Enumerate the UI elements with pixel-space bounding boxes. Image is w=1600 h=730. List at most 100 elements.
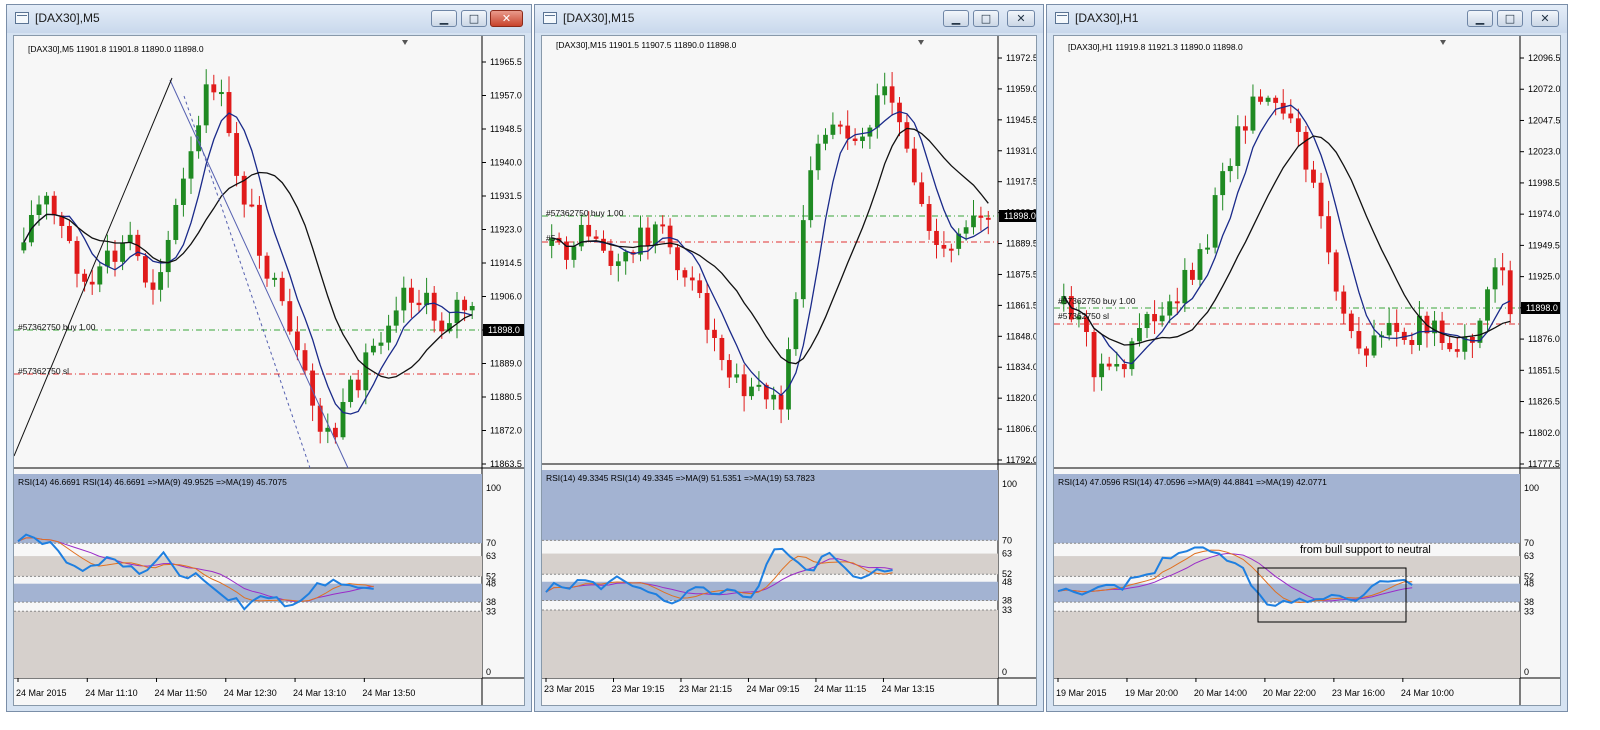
order-sl-label: #5: [546, 233, 556, 243]
candle-body-bear: [1121, 364, 1127, 370]
candle-body-bear: [911, 148, 917, 183]
candle-body-bull: [1114, 364, 1120, 367]
rsi-tick-label: 48: [486, 579, 496, 589]
candle-body-bull: [1212, 195, 1218, 248]
candle-body-bear: [593, 236, 599, 239]
price-tick-label: 11948.5: [490, 124, 522, 134]
window-titlebar[interactable]: [DAX30],H1 ▁ □ ✕: [1047, 5, 1567, 33]
rsi-tick-label: 48: [1002, 577, 1012, 587]
rsi-label: RSI(14) 49.3345 RSI(14) 49.3345 =>MA(9) …: [546, 473, 815, 483]
chart-window-m15[interactable]: [DAX30],M15 ▁ □ ✕ 11972.5 11959.0 11945.5 1…: [534, 4, 1044, 712]
current-price-label: 11898.0: [1526, 303, 1558, 313]
candle-body-bull: [158, 272, 164, 290]
maximize-button[interactable]: □: [1497, 10, 1523, 27]
candle-body-bear: [1303, 131, 1309, 170]
rsi-tick-label: 48: [1524, 579, 1534, 589]
price-tick-label: 11959.0: [1006, 84, 1037, 94]
price-tick-label: 11880.5: [490, 392, 522, 402]
minimize-button[interactable]: ▁: [943, 10, 969, 27]
close-button[interactable]: ✕: [490, 10, 523, 27]
time-tick-label: 23 Mar 21:15: [679, 684, 732, 694]
chart-area[interactable]: 11965.5 11957.0 11948.5 11940.0 11931.5 11923…: [13, 35, 525, 706]
candle-body-bear: [1348, 313, 1354, 332]
candle-body-bull: [1265, 97, 1271, 102]
candle-body-bear: [608, 250, 614, 266]
price-tick-label: 12072.0: [1528, 84, 1561, 94]
price-tick-label: 11826.5: [1528, 397, 1560, 407]
candle-body-bear: [355, 379, 361, 391]
candle-body-bear: [279, 277, 285, 302]
candle-body-bull: [173, 204, 179, 240]
rsi-label: RSI(14) 47.0596 RSI(14) 47.0596 =>MA(9) …: [1058, 477, 1327, 487]
candle-body-bull: [1485, 289, 1490, 321]
candle-body-bear: [660, 224, 666, 227]
window-title: [DAX30],M15: [563, 11, 635, 25]
candle-body-bull: [1235, 126, 1241, 166]
candle-body-bull: [830, 124, 836, 135]
minimize-button[interactable]: ▁: [1467, 10, 1493, 27]
candle-body-bear: [462, 299, 468, 311]
close-button[interactable]: ✕: [1531, 10, 1559, 27]
candle-body-bear: [675, 247, 680, 271]
candle-body-bear: [1174, 301, 1180, 304]
candle-body-bear: [1318, 182, 1324, 217]
minimize-button[interactable]: ▁: [431, 10, 457, 27]
chart-window-h1[interactable]: [DAX30],H1 ▁ □ ✕ 12096.5 12072.0 12047.5 12…: [1046, 4, 1568, 712]
candle-body-bull: [1197, 249, 1203, 280]
rsi-tick-label: 100: [486, 483, 501, 493]
candle-body-bull: [808, 170, 814, 221]
price-tick-label: 11923.0: [490, 225, 522, 235]
chart-area[interactable]: 12096.5 12072.0 12047.5 12023.0 11998.5 11974…: [1053, 35, 1561, 706]
candle-body-bear: [1356, 331, 1362, 349]
close-button[interactable]: ✕: [1007, 10, 1035, 27]
candle-body-bear: [845, 125, 851, 139]
candle-body-bull: [386, 325, 392, 343]
chart-window-m5[interactable]: [DAX30],M5 ▁ □ ✕ 11965.5 11957.0 11948.5 11…: [6, 4, 532, 712]
candle-body-bear: [1288, 113, 1294, 119]
order-buy-label: #57362750 buy 1.00: [18, 322, 96, 332]
candle-body-bear: [74, 240, 80, 274]
candle-body-bull: [1159, 315, 1165, 322]
candle-body-bull: [120, 242, 126, 262]
candle-body-bear: [645, 227, 651, 246]
window-titlebar[interactable]: [DAX30],M15 ▁ □ ✕: [535, 5, 1043, 33]
time-tick-label: 24 Mar 13:15: [881, 684, 934, 694]
candle-body-bull: [127, 234, 133, 243]
candle-body-bull: [793, 299, 799, 350]
rsi-tick-label: 70: [486, 538, 496, 548]
candle-body-bear: [689, 277, 695, 281]
candle-body-bear: [667, 225, 673, 248]
window-titlebar[interactable]: [DAX30],M5 ▁ □ ✕: [7, 5, 531, 33]
price-tick-label: 11820.0: [1006, 393, 1037, 403]
candle-body-bull: [1205, 247, 1210, 250]
time-tick-label: 19 Mar 2015: [1056, 688, 1107, 698]
price-tick-label: 11872.0: [490, 426, 522, 436]
chart-area[interactable]: 11972.511959.011945.511931.011917.511903…: [541, 35, 1037, 706]
candle-body-bull: [638, 227, 643, 255]
candle-body-bull: [874, 95, 880, 128]
candle-body-bear: [978, 215, 984, 218]
candle-body-bear: [234, 133, 240, 176]
candle-body-bull: [1129, 341, 1135, 370]
chart-canvas[interactable]: 12096.5 12072.0 12047.5 12023.0 11998.5 11974…: [1054, 36, 1561, 706]
price-tick-label: 11834.0: [1006, 362, 1037, 372]
price-tick-label: 11972.5: [1006, 53, 1037, 63]
chart-canvas[interactable]: 11965.5 11957.0 11948.5 11940.0 11931.5 11923…: [14, 36, 525, 706]
candle-body-bear: [1091, 331, 1097, 378]
candle-body-bear: [1341, 291, 1347, 314]
candle-body-bear: [948, 248, 954, 251]
candle-body-bull: [571, 246, 577, 260]
candle-body-bull: [1099, 363, 1105, 378]
rsi-tick-label: 33: [486, 606, 496, 616]
rsi-band-oversold: [542, 609, 998, 678]
candle-body-bull: [272, 277, 278, 280]
candle-body-bear: [66, 225, 72, 241]
order-buy-label: #57362750 buy 1.00: [1058, 296, 1136, 306]
maximize-button[interactable]: □: [973, 10, 999, 27]
time-tick-label: 24 Mar 11:10: [85, 688, 137, 698]
price-tick-label: 11906.0: [490, 292, 522, 302]
maximize-button[interactable]: □: [461, 10, 487, 27]
rsi-tick-label: 63: [486, 551, 496, 561]
candle-body-bull: [1492, 267, 1498, 290]
chart-canvas[interactable]: 11972.511959.011945.511931.011917.511903…: [542, 36, 1037, 706]
